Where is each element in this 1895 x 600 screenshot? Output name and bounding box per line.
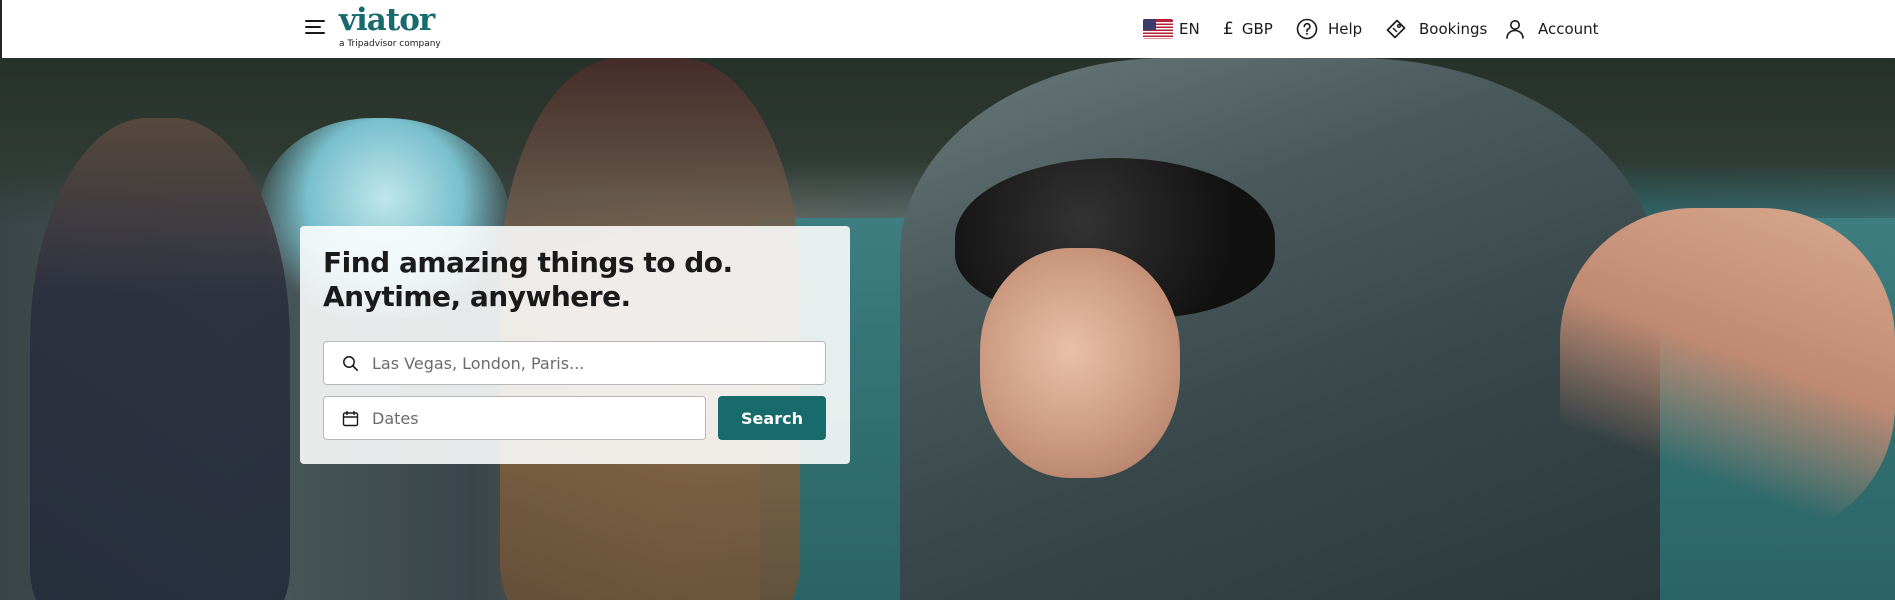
hero-woman-face	[980, 248, 1180, 478]
destination-placeholder: Las Vegas, London, Paris...	[372, 354, 585, 373]
bookings-link[interactable]: Bookings	[1385, 0, 1487, 58]
destination-search-input[interactable]: Las Vegas, London, Paris...	[323, 341, 826, 385]
currency-symbol: £	[1223, 19, 1234, 39]
hero-banner-image	[0, 58, 1895, 600]
search-icon	[342, 355, 359, 376]
hero-title-line1: Find amazing things to do.	[323, 246, 733, 279]
dates-input[interactable]: Dates	[323, 396, 706, 440]
search-button[interactable]: Search	[718, 396, 826, 440]
hero-person-left	[30, 118, 290, 600]
us-flag-icon	[1143, 19, 1173, 39]
site-header: viator a Tripadvisor company EN £ GBP He…	[0, 0, 1895, 58]
help-circle-icon	[1296, 18, 1318, 40]
hamburger-menu-icon[interactable]	[305, 20, 325, 36]
hero-search-card: Find amazing things to do. Anytime, anyw…	[300, 226, 850, 464]
account-link[interactable]: Account	[1504, 0, 1599, 58]
bookings-label: Bookings	[1419, 20, 1488, 38]
ticket-tag-icon	[1385, 18, 1407, 40]
help-label: Help	[1328, 20, 1363, 38]
currency-selector[interactable]: £ GBP	[1223, 0, 1273, 58]
user-icon	[1504, 18, 1526, 40]
hero-title-line2: Anytime, anywhere.	[323, 280, 631, 313]
language-selector[interactable]: EN	[1143, 0, 1200, 58]
viator-logo[interactable]: viator a Tripadvisor company	[339, 3, 441, 49]
hero-woman-hand	[1560, 208, 1895, 538]
account-label: Account	[1538, 20, 1599, 38]
hero-title: Find amazing things to do. Anytime, anyw…	[323, 246, 827, 314]
currency-code: GBP	[1241, 20, 1273, 38]
language-code: EN	[1179, 20, 1200, 38]
logo-tagline: a Tripadvisor company	[339, 39, 441, 49]
dates-placeholder: Dates	[372, 409, 419, 428]
calendar-icon	[342, 410, 359, 431]
help-link[interactable]: Help	[1296, 0, 1362, 58]
logo-wordmark: viator	[339, 2, 435, 38]
